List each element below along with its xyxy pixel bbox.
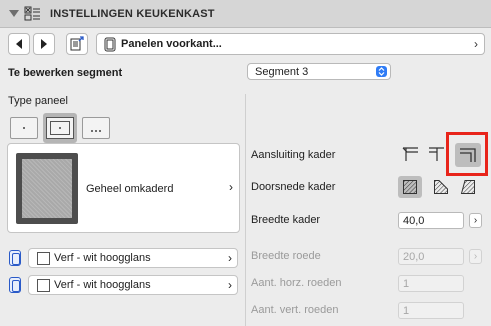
horizontal-muntins-input[interactable]: 1 (398, 275, 464, 292)
link-material-icon[interactable] (9, 277, 21, 293)
door-panel-icon (104, 37, 116, 52)
framed-panel-icon (46, 117, 74, 139)
section-chamfer-icon (434, 180, 448, 194)
corner-joint-mitre-icon (402, 147, 418, 161)
chevron-right-icon: › (228, 251, 232, 265)
frame-connection-label: Aansluiting kader (251, 149, 336, 161)
cabinet-settings-icon (24, 6, 40, 21)
panel-type-flat-button[interactable] (10, 117, 38, 139)
segment-dropdown[interactable]: Segment 3 (247, 63, 391, 80)
vertical-muntins-input[interactable]: 1 (398, 302, 464, 319)
more-options-icon (91, 130, 101, 132)
panel-header[interactable]: INSTELLINGEN KEUKENKAST (0, 0, 491, 28)
panel-type-label: Type paneel (8, 95, 68, 107)
link-material-icon[interactable] (9, 250, 21, 266)
panel-title: INSTELLINGEN KEUKENKAST (50, 8, 215, 20)
vertical-muntins-label: Aant. vert. roeden (251, 304, 339, 316)
muntin-width-label: Breedte roede (251, 250, 321, 262)
muntin-width-arrow-button[interactable]: › (469, 249, 482, 264)
panel-style-name: Geheel omkaderd (86, 183, 174, 195)
panel-preview-thumbnail (16, 153, 78, 224)
corner-joint-butt-icon (429, 147, 444, 161)
segment-label: Te bewerken segment (8, 67, 123, 79)
segment-value: Segment 3 (255, 66, 309, 78)
frame-width-label: Breedte kader (251, 214, 321, 226)
chevron-right-icon: › (229, 180, 233, 194)
material-swatch (37, 252, 50, 265)
panel-type-more-button[interactable] (82, 117, 110, 139)
arrow-right-icon (41, 39, 47, 49)
material-label: Verf - wit hoogglans (54, 252, 151, 264)
section-square-icon (403, 180, 417, 194)
frame-width-arrow-button[interactable]: › (469, 213, 482, 228)
arrow-left-icon (16, 39, 22, 49)
column-divider (245, 94, 246, 326)
horizontal-muntins-label: Aant. horz. roeden (251, 277, 342, 289)
material-selector-1[interactable]: Verf - wit hoogglans › (28, 248, 238, 268)
collapse-triangle-icon[interactable] (9, 10, 19, 17)
highlight-box (446, 132, 488, 176)
section-bevel-icon (460, 180, 475, 194)
favorites-button[interactable] (66, 33, 88, 55)
flat-panel-icon (23, 127, 25, 129)
frame-section-option-2[interactable] (430, 177, 452, 197)
muntin-width-input[interactable]: 20,0 (398, 248, 464, 265)
frame-connection-option-1[interactable] (400, 144, 422, 164)
frame-width-input[interactable]: 40,0 (398, 212, 464, 229)
material-swatch (37, 279, 50, 292)
panel-style-selector[interactable]: Geheel omkaderd › (7, 143, 240, 233)
frame-section-option-3[interactable] (457, 177, 479, 197)
dropdown-arrows-icon (376, 66, 387, 77)
next-button[interactable] (33, 33, 55, 55)
chevron-right-icon: › (228, 278, 232, 292)
frame-connection-option-2[interactable] (426, 144, 448, 164)
chevron-right-icon: › (474, 37, 478, 51)
material-selector-2[interactable]: Verf - wit hoogglans › (28, 275, 238, 295)
frame-section-option-1[interactable] (398, 176, 422, 198)
panel-selector[interactable]: Panelen voorkant... › (96, 33, 485, 55)
frame-section-label: Doorsnede kader (251, 181, 336, 193)
panel-type-framed-button[interactable] (43, 113, 77, 143)
document-export-icon (70, 36, 84, 51)
material-label: Verf - wit hoogglans (54, 279, 151, 291)
panel-selector-label: Panelen voorkant... (121, 38, 222, 50)
previous-button[interactable] (8, 33, 30, 55)
